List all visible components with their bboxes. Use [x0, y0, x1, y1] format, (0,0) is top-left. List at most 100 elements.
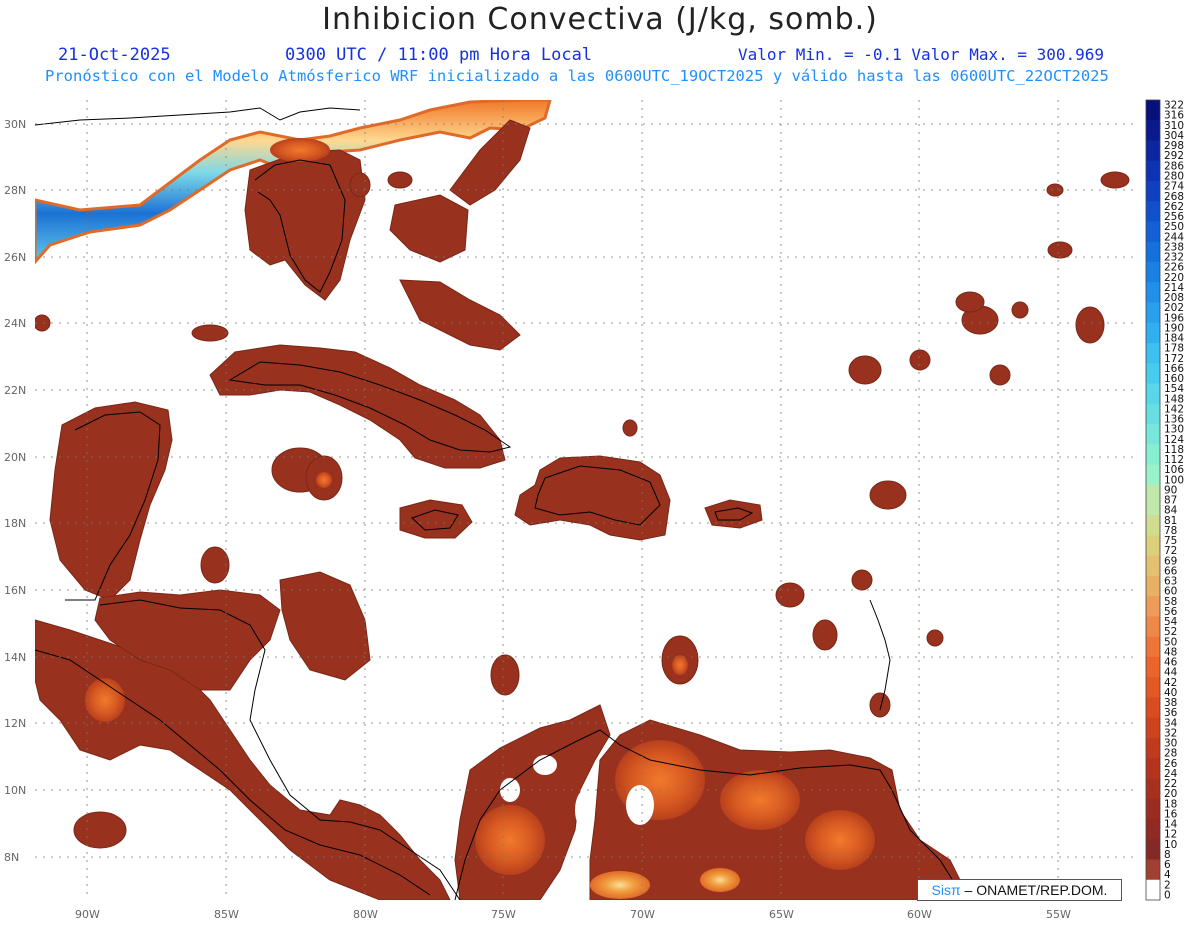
lat-tick-label: 22N [4, 384, 26, 397]
cin-cell [909, 349, 931, 371]
legend-swatch [1146, 575, 1160, 587]
legend-swatch [1146, 383, 1160, 395]
legend-swatch [1146, 727, 1160, 739]
cin-cell [812, 619, 838, 651]
legend-swatch [1146, 616, 1160, 628]
cin-cell [1100, 171, 1130, 189]
legend-swatch [1146, 829, 1160, 840]
lat-tick-label: 10N [4, 784, 26, 797]
cin-cell [989, 364, 1011, 386]
lat-tick-label: 24N [4, 317, 26, 330]
legend-swatch [1146, 758, 1160, 769]
cin-cell [1047, 241, 1073, 259]
legend-swatch [1146, 646, 1160, 658]
legend-swatch [1146, 687, 1160, 698]
cin-cell [1011, 301, 1029, 319]
legend-swatch [1146, 231, 1160, 243]
cin-cell [73, 811, 127, 849]
cin-hotspot [590, 871, 650, 899]
legend-swatch [1146, 535, 1160, 547]
legend-swatch [1146, 100, 1160, 111]
legend-swatch [1146, 798, 1160, 810]
legend-swatch [1146, 444, 1160, 455]
lon-tick-label: 60W [907, 908, 932, 921]
legend-swatch [1146, 717, 1160, 729]
legend-swatch [1146, 211, 1160, 223]
legend-swatch [1146, 343, 1160, 354]
legend-swatch [1146, 596, 1160, 607]
legend-swatch [1146, 322, 1160, 334]
legend-swatch [1146, 788, 1160, 800]
cin-gap [533, 755, 557, 775]
legend-swatch [1146, 191, 1160, 202]
lon-tick-label: 75W [491, 908, 516, 921]
legend-swatch [1146, 859, 1160, 871]
legend-swatch [1146, 869, 1160, 881]
legend-swatch [1146, 555, 1160, 567]
legend-swatch [1146, 251, 1160, 263]
cin-cell [387, 171, 413, 189]
legend-swatch [1146, 889, 1160, 901]
cin-hotspot [805, 810, 875, 870]
legend-swatch [1146, 707, 1160, 719]
legend-swatch [1146, 667, 1160, 678]
cin-cell [848, 355, 882, 385]
color-legend: 3223163103042982922862802742682622562502… [1145, 99, 1184, 901]
lon-tick-label: 90W [75, 908, 100, 921]
cin-hotspot [85, 678, 125, 722]
lon-tick-label: 80W [353, 908, 378, 921]
legend-swatch [1146, 434, 1160, 445]
cin-cell [200, 546, 230, 584]
legend-swatch [1146, 768, 1160, 779]
cin-hotspot [316, 472, 332, 488]
legend-swatch [1146, 393, 1160, 405]
legend-swatch [1146, 312, 1160, 324]
legend-swatch [1146, 140, 1160, 152]
cin-hotspot [270, 138, 330, 162]
lon-tick-label: 70W [630, 908, 655, 921]
cin-cell [955, 291, 985, 313]
legend-swatch [1146, 424, 1160, 435]
cin-hotspot [672, 655, 688, 675]
legend-swatch [1146, 332, 1160, 344]
lat-tick-label: 30N [4, 118, 26, 131]
legend-swatch [1146, 282, 1160, 293]
legend-swatch [1146, 818, 1160, 830]
legend-swatch [1146, 565, 1160, 577]
lat-tick-label: 28N [4, 184, 26, 197]
legend-swatch [1146, 586, 1160, 597]
legend-swatch [1146, 494, 1160, 506]
cin-cell [622, 419, 638, 437]
legend-swatch [1146, 403, 1160, 415]
cin-cell [349, 172, 371, 198]
cin-hotspot [475, 805, 545, 875]
legend-swatch [1146, 120, 1160, 131]
legend-swatch [1146, 879, 1160, 891]
cin-gap [575, 790, 595, 830]
legend-swatch [1146, 302, 1160, 314]
legend-swatch [1146, 525, 1160, 536]
legend-swatch [1146, 697, 1160, 709]
lon-tick-label: 65W [769, 908, 794, 921]
legend-swatch [1146, 737, 1160, 749]
lat-tick-label: 14N [4, 651, 26, 664]
credit-brand: Sisπ [931, 882, 961, 898]
legend-swatch [1146, 221, 1160, 233]
legend-swatch [1146, 373, 1160, 385]
cin-hotspot [720, 770, 800, 830]
legend-swatch [1146, 272, 1160, 283]
lat-tick-label: 18N [4, 517, 26, 530]
lat-tick-label: 16N [4, 584, 26, 597]
lat-tick-label: 20N [4, 451, 26, 464]
legend-swatch [1146, 778, 1160, 790]
legend-swatch [1146, 413, 1160, 425]
legend-swatch [1146, 748, 1160, 759]
cin-cell [851, 569, 873, 591]
legend-label: 0 [1164, 889, 1171, 901]
legend-swatch [1146, 626, 1160, 638]
legend-swatch [1146, 484, 1160, 496]
cin-hotspot [700, 868, 740, 892]
legend-swatch [1146, 505, 1160, 516]
legend-swatch [1146, 130, 1160, 142]
credit-box: Sisπ – ONAMET/REP.DOM. [917, 879, 1122, 901]
